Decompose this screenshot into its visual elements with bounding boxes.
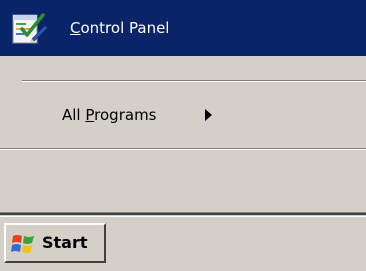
menu-separator	[22, 80, 366, 82]
control-panel-label: Control Panel	[70, 19, 170, 37]
windows-logo-icon	[10, 231, 36, 257]
control-panel-icon	[10, 9, 48, 47]
start-button[interactable]: Start	[4, 223, 106, 263]
taskbar: Start	[0, 216, 366, 271]
all-programs-label: All Programs	[62, 106, 157, 124]
submenu-arrow-icon	[205, 109, 212, 121]
menu-item-all-programs[interactable]: All Programs	[0, 90, 366, 140]
menu-bottom-border	[0, 212, 366, 215]
start-menu: Control Panel All Programs	[0, 0, 366, 216]
menu-item-control-panel[interactable]: Control Panel	[0, 0, 366, 56]
start-label: Start	[42, 233, 88, 252]
menu-separator	[0, 148, 366, 150]
